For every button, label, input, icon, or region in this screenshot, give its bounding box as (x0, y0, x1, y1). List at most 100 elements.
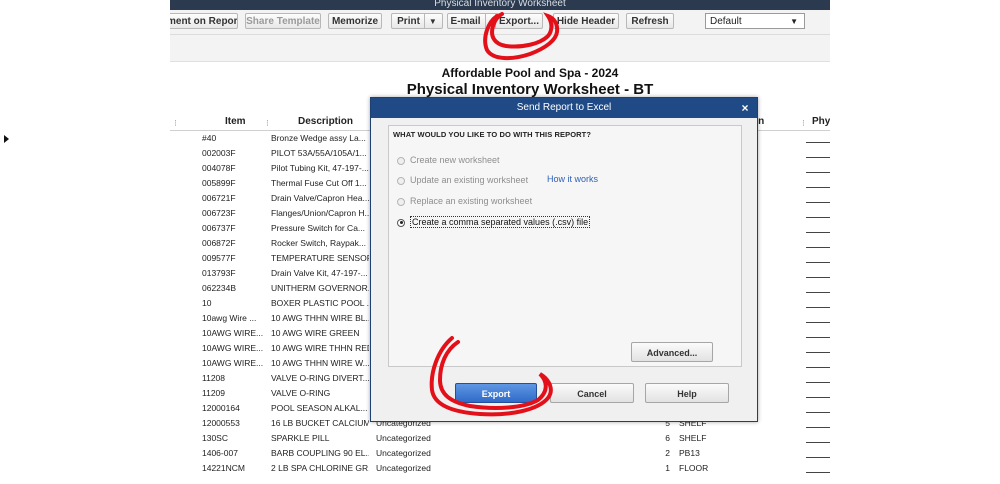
item-cell: 004078F (202, 163, 236, 173)
radio-icon[interactable] (397, 176, 405, 185)
physical-count-line (806, 322, 830, 323)
description-cell: 10 AWG THHN WIRE W... (271, 358, 369, 368)
physical-count-line (806, 352, 830, 353)
export-button[interactable]: Export... (495, 13, 543, 29)
radio-selected-icon[interactable] (397, 218, 405, 227)
description-cell: VALVE O-RING (271, 388, 331, 398)
column-header-item[interactable]: Item (225, 116, 246, 127)
item-cell: #40 (202, 133, 217, 143)
location-cell: PB13 (679, 448, 700, 458)
location-cell: FLOOR (679, 463, 709, 473)
location-cell: SHELF (679, 433, 707, 443)
description-cell: SPARKLE PILL (271, 433, 330, 443)
description-cell: 2 LB SPA CHLORINE GR... (271, 463, 369, 473)
option-label: Replace an existing worksheet (410, 196, 533, 206)
physical-count-line (806, 427, 830, 428)
memorize-button[interactable]: Memorize (328, 13, 382, 29)
description-cell: 10 AWG THHN WIRE BL... (271, 313, 369, 323)
table-row[interactable]: 130SC SPARKLE PILL Uncategorized 6 SHELF (170, 431, 830, 445)
refresh-button[interactable]: Refresh (626, 13, 674, 29)
cancel-button[interactable]: Cancel (550, 383, 634, 403)
item-cell: 062234B (202, 283, 237, 293)
physical-count-line (806, 457, 830, 458)
row-pointer-icon (4, 135, 9, 143)
help-button[interactable]: Help (645, 383, 729, 403)
radio-icon[interactable] (397, 156, 405, 165)
item-cell: 11209 (202, 388, 226, 398)
physical-count-line (806, 157, 830, 158)
column-header-physical-count[interactable]: Phy (812, 116, 830, 127)
physical-count-line (806, 142, 830, 143)
table-row[interactable]: 14221NCM 2 LB SPA CHLORINE GR... Uncategor… (170, 461, 830, 475)
item-cell: 10AWG WIRE... (202, 343, 264, 353)
item-cell: 005899F (202, 178, 236, 188)
description-cell: Drain Valve/Capron Hea... (271, 193, 369, 203)
item-cell: 14221NCM (202, 463, 245, 473)
item-cell: 013793F (202, 268, 236, 278)
email-label: E-mail (450, 16, 481, 27)
physical-count-line (806, 412, 830, 413)
option-create-new-worksheet[interactable]: Create new worksheet (397, 154, 500, 166)
export-confirm-button[interactable]: Export (455, 383, 537, 403)
option-label: Create a comma separated values (.csv) f… (410, 216, 591, 228)
description-cell: Flanges/Union/Capron H... (271, 208, 369, 218)
description-cell: TEMPERATURE SENSOR... (271, 253, 369, 263)
item-cell: 006721F (202, 193, 236, 203)
description-cell: BARB COUPLING 90 EL... (271, 448, 369, 458)
item-cell: 006737F (202, 223, 236, 233)
physical-count-line (806, 277, 830, 278)
report-basis-select[interactable]: Default ▼ (705, 13, 805, 29)
description-cell: POOL SEASON ALKAL... (271, 403, 368, 413)
description-cell: Pilot Tubing Kit, 47-197-... (271, 163, 369, 173)
column-separator[interactable]: ⁝ (174, 118, 177, 129)
physical-count-line (806, 472, 830, 473)
option-create-csv-file[interactable]: Create a comma separated values (.csv) f… (397, 216, 591, 228)
column-header-description[interactable]: Description (298, 116, 353, 127)
advanced-button[interactable]: Advanced... (631, 342, 713, 362)
report-basis-value: Default (710, 16, 742, 27)
column-separator[interactable]: ⁝ (802, 118, 805, 129)
email-button[interactable]: E-mail ▼ (447, 13, 501, 29)
close-icon[interactable]: × (739, 98, 751, 118)
physical-count-line (806, 217, 830, 218)
item-cell: 10awg Wire ... (202, 313, 257, 323)
share-template-button[interactable]: Share Template (245, 13, 321, 29)
type-cell: Uncategorized (376, 448, 431, 458)
how-it-works-link[interactable]: How it works (547, 174, 598, 184)
radio-icon[interactable] (397, 197, 405, 206)
dialog-title: Send Report to Excel (371, 98, 757, 118)
report-title: Physical Inventory Worksheet - BT (406, 81, 654, 98)
physical-count-line (806, 397, 830, 398)
hide-header-button[interactable]: Hide Header (553, 13, 619, 29)
description-cell: Bronze Wedge assy La... (271, 133, 366, 143)
physical-count-line (806, 307, 830, 308)
physical-count-line (806, 187, 830, 188)
option-label: Create new worksheet (410, 155, 500, 165)
physical-count-line (806, 292, 830, 293)
print-dropdown-icon[interactable]: ▼ (423, 14, 437, 28)
column-separator[interactable]: ⁝ (266, 118, 269, 129)
description-cell: 10 AWG WIRE THHN RED (271, 343, 369, 353)
item-cell: 10AWG WIRE... (202, 328, 264, 338)
physical-count-line (806, 337, 830, 338)
description-cell: PILOT 53A/55A/105A/1... (271, 148, 367, 158)
item-cell: 002003F (202, 148, 236, 158)
physical-count-line (806, 382, 830, 383)
description-cell: 10 AWG WIRE GREEN (271, 328, 360, 338)
print-button[interactable]: Print ▼ (391, 13, 443, 29)
description-cell: Thermal Fuse Cut Off 1... (271, 178, 367, 188)
item-cell: 12000164 (202, 403, 240, 413)
description-cell: BOXER PLASTIC POOL ... (271, 298, 369, 308)
physical-count-line (806, 232, 830, 233)
option-update-existing-worksheet[interactable]: Update an existing worksheet (397, 174, 528, 186)
table-row[interactable]: 1406-007 BARB COUPLING 90 EL... Uncategori… (170, 446, 830, 460)
quantity-cell: 6 (665, 433, 670, 443)
physical-count-line (806, 247, 830, 248)
physical-count-line (806, 202, 830, 203)
comment-on-report-button[interactable]: ment on Report (170, 13, 238, 29)
description-cell: VALVE O-RING DIVERT... (271, 373, 369, 383)
description-cell: 16 LB BUCKET CALCIUM... (271, 418, 369, 428)
report-company-name: Affordable Pool and Spa - 2024 (441, 66, 619, 80)
quantity-cell: 1 (665, 463, 670, 473)
option-replace-existing-worksheet[interactable]: Replace an existing worksheet (397, 195, 532, 207)
